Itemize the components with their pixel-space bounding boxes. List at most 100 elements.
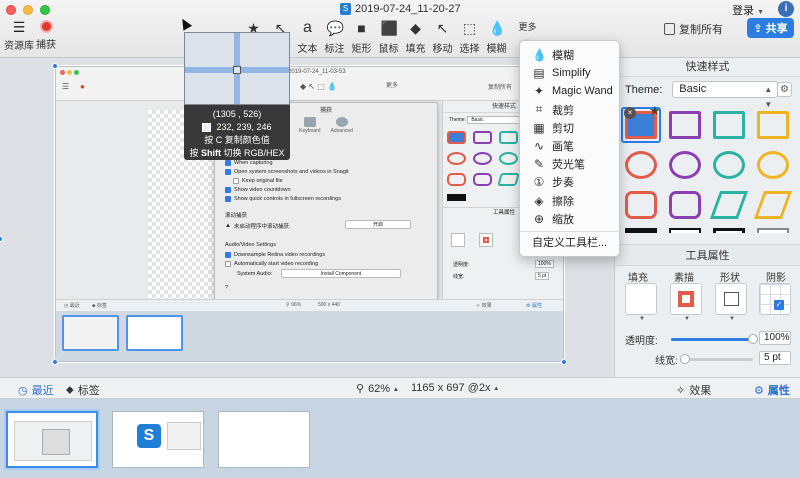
dimensions-control[interactable]: 1165 x 697 @2x ▴ [411,382,498,394]
menu-item-zoom[interactable]: ⊕ 缩放 [520,210,619,228]
width-slider-knob[interactable] [679,354,690,364]
tool-select[interactable]: ⬚ 选择 [456,20,483,55]
tray-thumbnail[interactable] [218,411,310,468]
style-swatch[interactable] [713,111,745,139]
capture-button[interactable]: 捕获 [36,20,56,51]
style-swatch[interactable] [757,151,789,179]
share-button[interactable]: ⇪ 共享 [747,18,794,38]
star-icon[interactable]: ★ [649,103,661,119]
style-swatch[interactable] [625,191,657,219]
properties-button[interactable]: ⚙ 属性 [754,382,790,398]
tool-fill[interactable]: ◆ 填充 [402,20,429,55]
resize-handle[interactable] [0,236,3,242]
dimensions-label: 1165 x 697 @2x [411,382,491,394]
menu-item-simplify[interactable]: ▤ Simplify [520,64,619,82]
menu-item-magic-wand[interactable]: ✦ Magic Wand [520,82,619,100]
move-icon: ↖ [436,20,449,36]
style-swatch[interactable] [625,151,657,179]
tool-move[interactable]: ↖ 移动 [429,20,456,55]
tool-blur[interactable]: 💧 模糊 [483,20,510,55]
menu-item-highlighter[interactable]: ✎ 荧光笔 [520,155,619,173]
menu-item-step[interactable]: ① 步奏 [520,173,619,191]
theme-select[interactable]: Basic ▲ ▼ [672,81,779,109]
outline-color-picker[interactable]: ▼ [670,283,702,322]
menu-item-erase[interactable]: ◈ 擦除 [520,192,619,210]
tray-thumbnail[interactable] [6,411,98,468]
copy-all-button[interactable]: 复制所有 [664,21,723,37]
resize-handle[interactable] [52,359,58,365]
checkbox-icon [225,196,231,202]
gear-icon [335,117,348,127]
opacity-slider-fill [671,338,753,341]
capture-label: 捕获 [36,40,56,51]
properties-panel: 快速样式 Theme: Basic ▲ ▼ ⚙ × ★ 工具属性 填充 素描 形状 … [614,58,800,377]
width-input[interactable]: 5 pt [759,351,791,365]
width-slider[interactable] [679,354,753,364]
style-swatch[interactable] [757,111,789,139]
menu-item-customize-toolbar[interactable]: 自定义工具栏... [520,235,619,251]
inner-props: ⚙ 属性 [526,303,542,309]
resize-handle[interactable] [561,359,567,365]
menu-item-pen[interactable]: ∿ 画笔 [520,137,619,155]
tool-text[interactable]: a 文本 [294,19,321,56]
inner-tray [56,311,563,361]
inner-opacity-value: 100% [535,260,554,268]
inner-style-swatch [473,173,492,186]
fill-icon: ◆ [410,20,421,36]
tray-thumbnail[interactable]: S [112,411,204,468]
opacity-input[interactable]: 100% [759,331,791,345]
inner-option-text: Automatically start video recording [234,261,319,267]
opacity-slider[interactable] [671,334,758,344]
inner-option: Show quick controls in fullscreen record… [225,196,341,202]
fill-label: 填充 [628,273,648,284]
shadow-picker[interactable]: ✓ [759,283,791,315]
remove-style-icon[interactable]: × [624,107,636,119]
menu-item-crop[interactable]: ⌗ 裁剪 [520,101,619,119]
inner-outline-box [479,233,493,247]
magnifier-info: (1305 , 526) 232, 239, 246 按 C 复制颜色值 按 S… [184,105,290,160]
fill-color-picker[interactable]: ▼ [625,283,657,322]
inner-option: Open system screenshots and videos in Sn… [225,169,349,175]
recent-button[interactable]: ◷ 最近 [18,382,54,398]
captured-image[interactable]: 2019-07-24_11-03-53 更多 复制所有 ☰ ● ◆ ↖ ⬚ 💧 … [55,66,564,362]
style-swatch[interactable] [757,228,789,233]
library-button[interactable]: ☰ 资源库 [4,20,34,52]
hint-prefix: 按 [189,148,201,158]
style-swatch[interactable] [625,228,657,233]
record-icon [39,20,53,33]
style-swatch[interactable] [709,191,749,219]
style-swatch[interactable] [713,228,745,233]
gear-icon[interactable]: ⚙ [777,82,792,97]
info-icon[interactable]: i [778,1,794,17]
resize-handle[interactable] [52,63,58,69]
tool-shape[interactable]: ■ 矩形 [348,20,375,55]
style-swatch[interactable] [713,151,745,179]
minimize-window-button[interactable] [23,5,33,15]
inner-bottom-bar: ◷ 最近 ⬥ 标签 ⚲ 96% 500 x 440 ✧ 效果 ⚙ 属性 [56,299,563,311]
pen-icon: ∿ [533,139,545,154]
inner-option: Automatically start video recording [225,261,318,267]
style-swatch[interactable] [753,191,793,219]
checkbox-icon [225,169,231,175]
zoom-window-button[interactable] [40,5,50,15]
tool-stamp[interactable]: ⬛ 鼠标 [375,20,402,55]
tags-button[interactable]: ⬥ 标签 [66,382,100,398]
menu-item-cut[interactable]: ▦ 剪切 [520,119,619,137]
menu-item-label: 荧光笔 [552,159,585,172]
effects-label: 效果 [689,385,712,397]
text-icon: a [303,19,312,36]
tool-callout[interactable]: 💬 标注 [321,20,348,55]
inner-props-label: 属性 [531,303,542,309]
style-swatch[interactable] [669,228,701,233]
opacity-slider-knob[interactable] [748,334,758,344]
zoom-control[interactable]: ⚲ 62% ▴ [356,382,398,396]
style-swatch[interactable] [669,111,701,139]
style-swatch[interactable] [669,151,701,179]
close-window-button[interactable] [6,5,16,15]
login-button[interactable]: 登录 ▼ [732,2,764,18]
shape-picker[interactable]: ▼ [715,283,747,322]
style-swatch[interactable] [669,191,701,219]
menu-item-blur[interactable]: 💧 模糊 [520,46,619,64]
inner-option: Show video countdown [225,187,291,193]
effects-button[interactable]: ✧ 效果 [676,382,711,398]
